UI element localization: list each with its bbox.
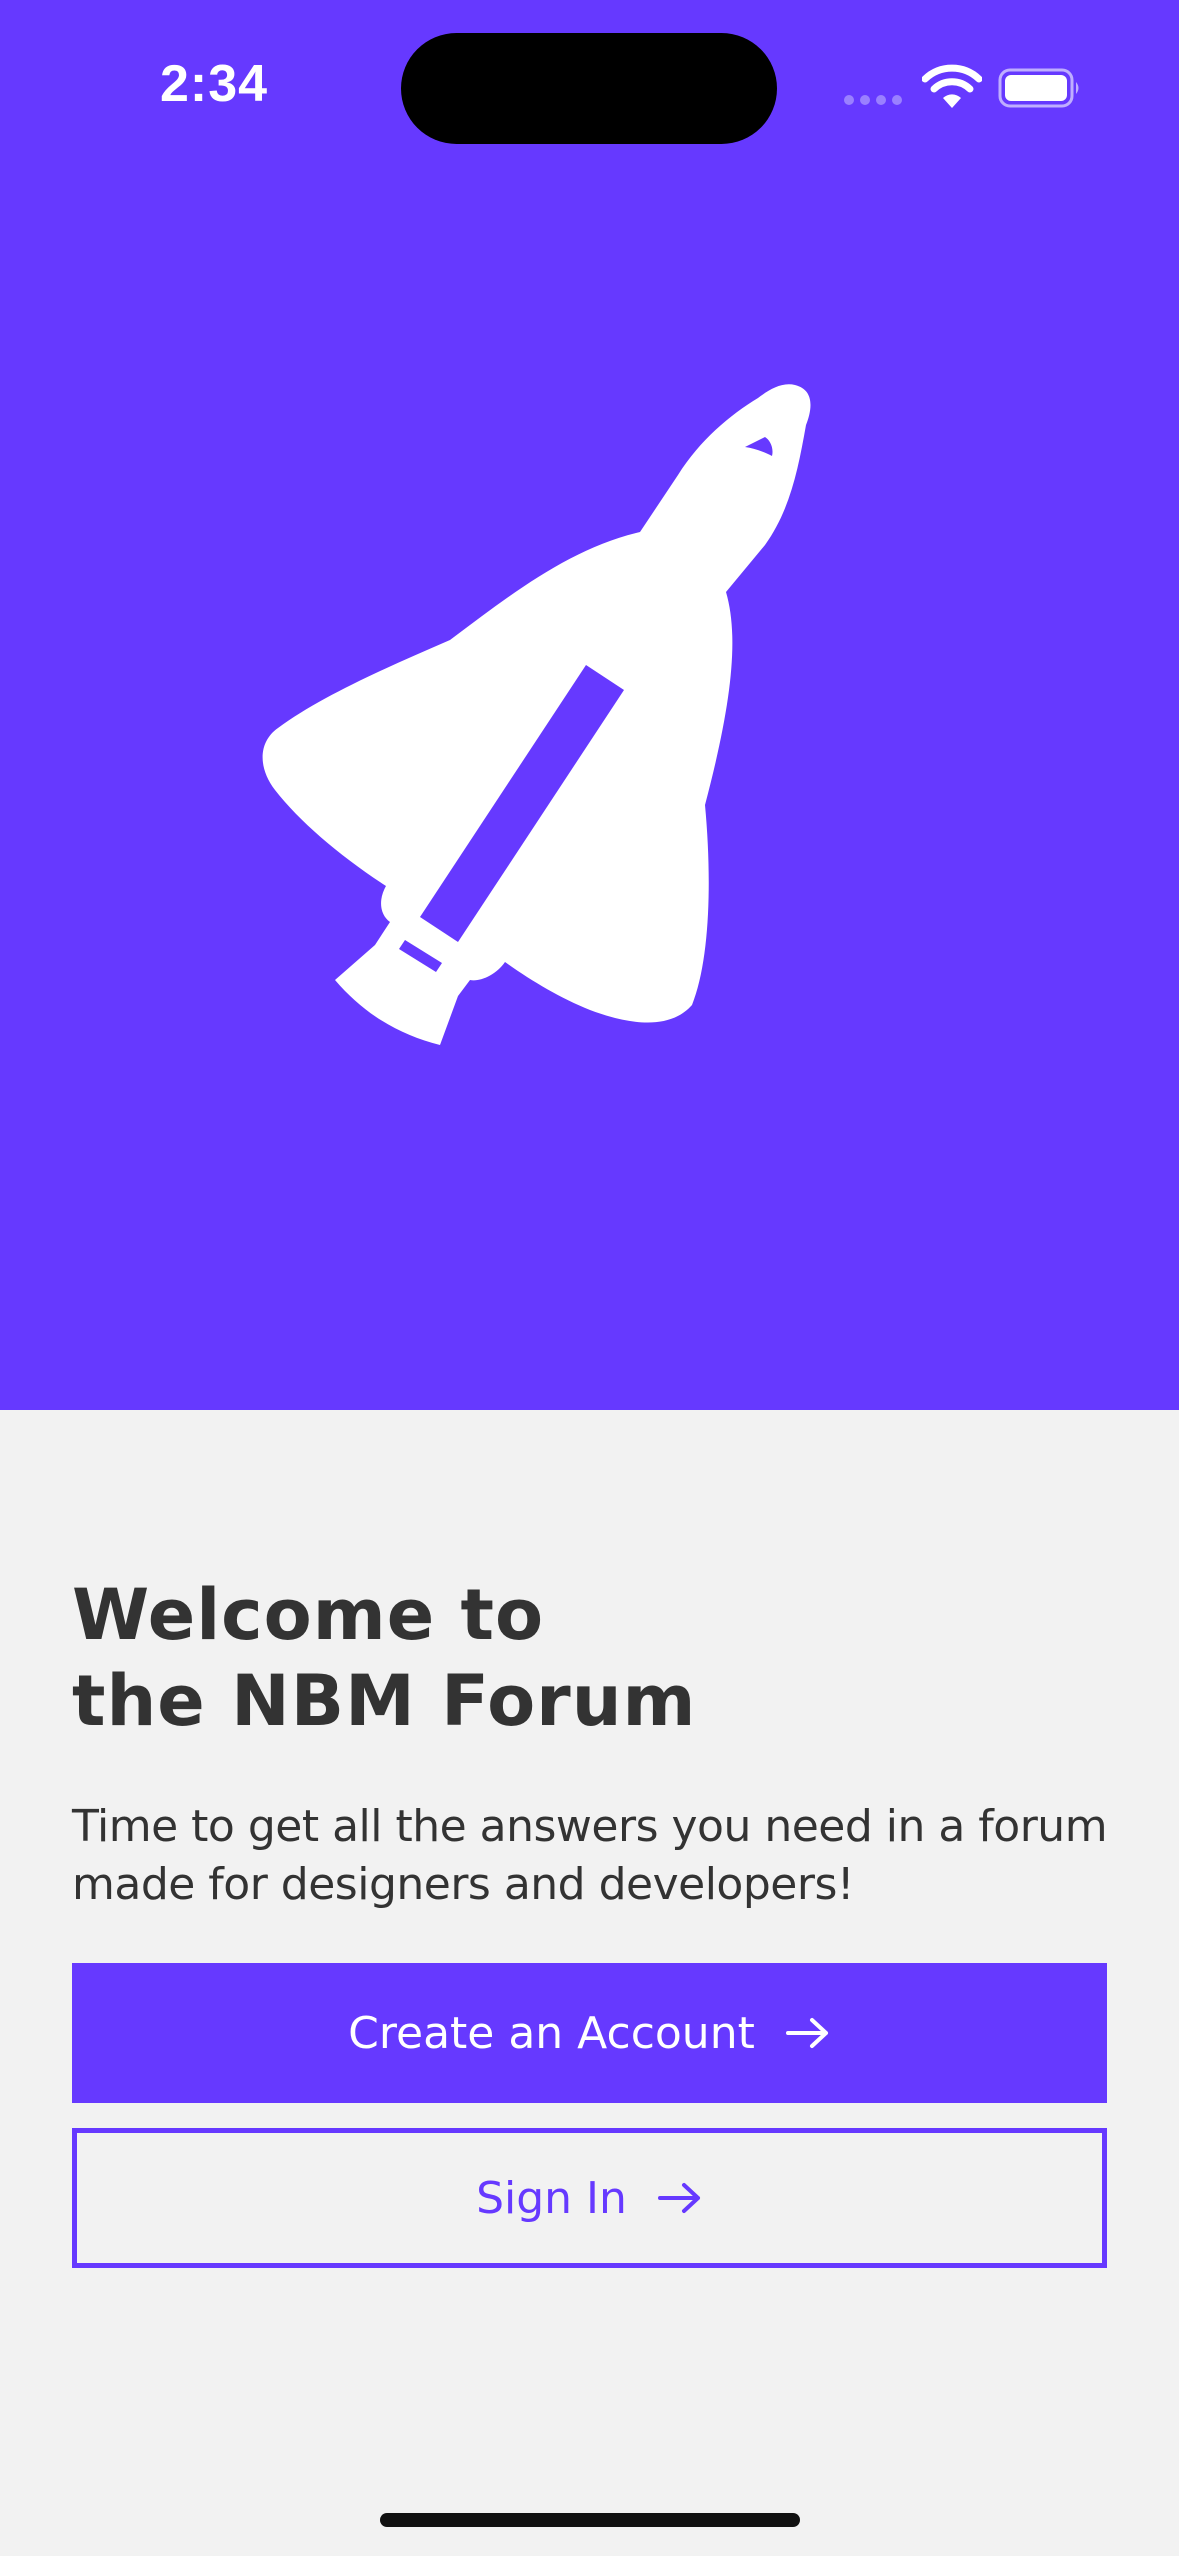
- create-account-button[interactable]: Create an Account: [72, 1963, 1107, 2103]
- welcome-subtitle: Time to get all the answers you need in …: [72, 1801, 1108, 1910]
- create-account-label: Create an Account: [348, 2007, 755, 2059]
- hero-banner: 2:34: [0, 0, 1179, 1410]
- wifi-icon: [922, 64, 982, 108]
- welcome-title: Welcome to the NBM Forum: [72, 1574, 697, 1742]
- battery-icon: [998, 68, 1079, 108]
- space-shuttle-icon: [262, 384, 811, 1045]
- arrow-right-icon: [785, 2018, 828, 2048]
- status-time: 2:34: [160, 55, 269, 113]
- cellular-signal-icon: [844, 95, 902, 105]
- sign-in-label: Sign In: [476, 2172, 627, 2224]
- home-indicator[interactable]: [380, 2513, 800, 2527]
- arrow-right-icon: [657, 2183, 700, 2213]
- dynamic-island: [401, 33, 777, 144]
- sign-in-button[interactable]: Sign In: [72, 2128, 1107, 2268]
